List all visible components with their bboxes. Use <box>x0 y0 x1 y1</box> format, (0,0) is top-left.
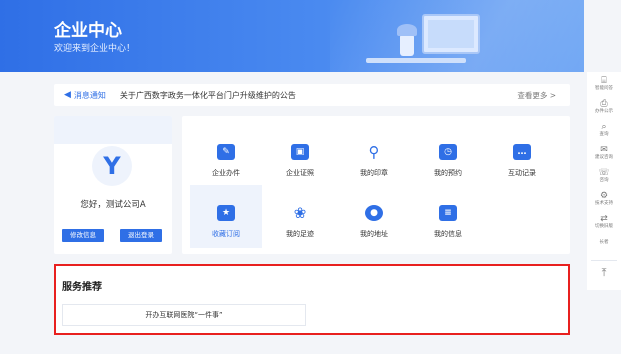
menu-item-my-appointment[interactable]: ◷ 我的预约 <box>412 124 484 187</box>
menu-item-footprints[interactable]: ❀ 我的足迹 <box>264 185 336 248</box>
profile-card: Y 您好，测试公司A 修改信息 退出登录 <box>54 116 172 254</box>
desk-illustration <box>366 58 466 63</box>
mail-icon: ✉ <box>600 145 608 155</box>
menu-item-favorites[interactable]: ★ 收藏订阅 <box>190 185 262 248</box>
service-item[interactable]: 开办互联网医院“一件事” <box>62 304 306 326</box>
rail-divider <box>591 260 617 261</box>
publicity-icon: ⎙ <box>600 99 608 109</box>
profile-header-bg <box>54 116 172 144</box>
footprint-icon: ❀ <box>293 204 307 222</box>
menu-item-label: 互动记录 <box>508 169 536 177</box>
menu-item-interaction-records[interactable]: … 互动记录 <box>486 124 558 187</box>
seal-icon: ⚲ <box>368 143 380 161</box>
menu-item-my-info[interactable]: ≡ 我的信息 <box>412 185 484 248</box>
plant-illustration <box>397 24 417 56</box>
robot-icon: ⌸ <box>601 76 607 86</box>
notice-tag[interactable]: 消息通知 <box>74 90 106 101</box>
rail-item-elder[interactable]: 长者 <box>587 240 621 246</box>
notice-message[interactable]: 关于广西数字政务一体化平台门户升级维护的公告 <box>120 90 296 101</box>
avatar-icon: Y <box>92 146 132 186</box>
chat-icon: … <box>513 144 531 160</box>
edit-info-button[interactable]: 修改信息 <box>62 229 104 242</box>
menu-item-label: 企业证照 <box>286 169 314 177</box>
rail-item-smart-qa[interactable]: ⌸ 智能问答 <box>587 76 621 92</box>
arrow-up-icon: ⤒ <box>601 266 607 279</box>
rail-item-query[interactable]: ⌕ 查询 <box>587 122 621 138</box>
page-title: 企业中心 <box>54 21 122 41</box>
right-float-toolbar: ⌸ 智能问答 ⎙ 办件公示 ⌕ 查询 ✉ 建议咨询 ☏ 咨询 ⚙ 技术支持 ⇄ … <box>587 72 621 290</box>
phone-icon: ☏ <box>598 168 610 178</box>
menu-item-label: 我的信息 <box>434 230 462 238</box>
menu-item-my-seal[interactable]: ⚲ 我的印章 <box>338 124 410 187</box>
menu-item-label: 企业办件 <box>212 169 240 177</box>
id-card-icon: ≡ <box>439 205 457 221</box>
folder-star-icon: ★ <box>217 205 235 221</box>
greeting-text: 您好，测试公司A <box>80 200 146 210</box>
function-grid: ✎ 企业办件 ▣ 企业证照 ⚲ 我的印章 ◷ 我的预约 … 互动记录 ★ 收藏订… <box>182 116 570 254</box>
page-subtitle: 欢迎来到企业中心！ <box>54 44 136 54</box>
service-section-title: 服务推荐 <box>62 282 102 293</box>
menu-item-label: 我的印章 <box>360 169 388 177</box>
menu-item-label: 我的预约 <box>434 169 462 177</box>
switch-icon: ⇄ <box>600 214 608 224</box>
menu-item-label: 收藏订阅 <box>212 230 240 238</box>
service-recommendation: 服务推荐 开办互联网医院“一件事” <box>54 264 570 335</box>
logout-button[interactable]: 退出登录 <box>120 229 162 242</box>
rail-item-suggestion[interactable]: ✉ 建议咨询 <box>587 145 621 161</box>
menu-item-enterprise-license[interactable]: ▣ 企业证照 <box>264 124 336 187</box>
menu-item-enterprise-cases[interactable]: ✎ 企业办件 <box>190 124 262 187</box>
menu-item-my-address[interactable]: ● 我的地址 <box>338 185 410 248</box>
menu-item-label: 我的地址 <box>360 230 388 238</box>
notice-bar: ◀ 消息通知 关于广西数字政务一体化平台门户升级维护的公告 查看更多 > <box>54 84 570 106</box>
banner-illustration <box>360 14 480 66</box>
document-pen-icon: ✎ <box>217 144 235 160</box>
rail-item-tech-support[interactable]: ⚙ 技术支持 <box>587 191 621 207</box>
gear-icon: ⚙ <box>599 191 609 201</box>
monitor-illustration <box>422 14 480 54</box>
license-icon: ▣ <box>291 144 309 160</box>
search-icon: ⌕ <box>601 122 607 132</box>
speaker-icon: ◀ <box>64 90 71 100</box>
rail-item-consult[interactable]: ☏ 咨询 <box>587 168 621 184</box>
location-pin-icon: ● <box>365 205 383 221</box>
view-more-link[interactable]: 查看更多 > <box>517 90 556 101</box>
calendar-clock-icon: ◷ <box>439 144 457 160</box>
rail-item-switch-old[interactable]: ⇄ 切换旧版 <box>587 214 621 230</box>
back-to-top-button[interactable]: ⤒ <box>587 266 621 279</box>
rail-item-case-publicity[interactable]: ⎙ 办件公示 <box>587 99 621 115</box>
page-banner: 企业中心 欢迎来到企业中心！ <box>0 0 584 72</box>
menu-item-label: 我的足迹 <box>286 230 314 238</box>
